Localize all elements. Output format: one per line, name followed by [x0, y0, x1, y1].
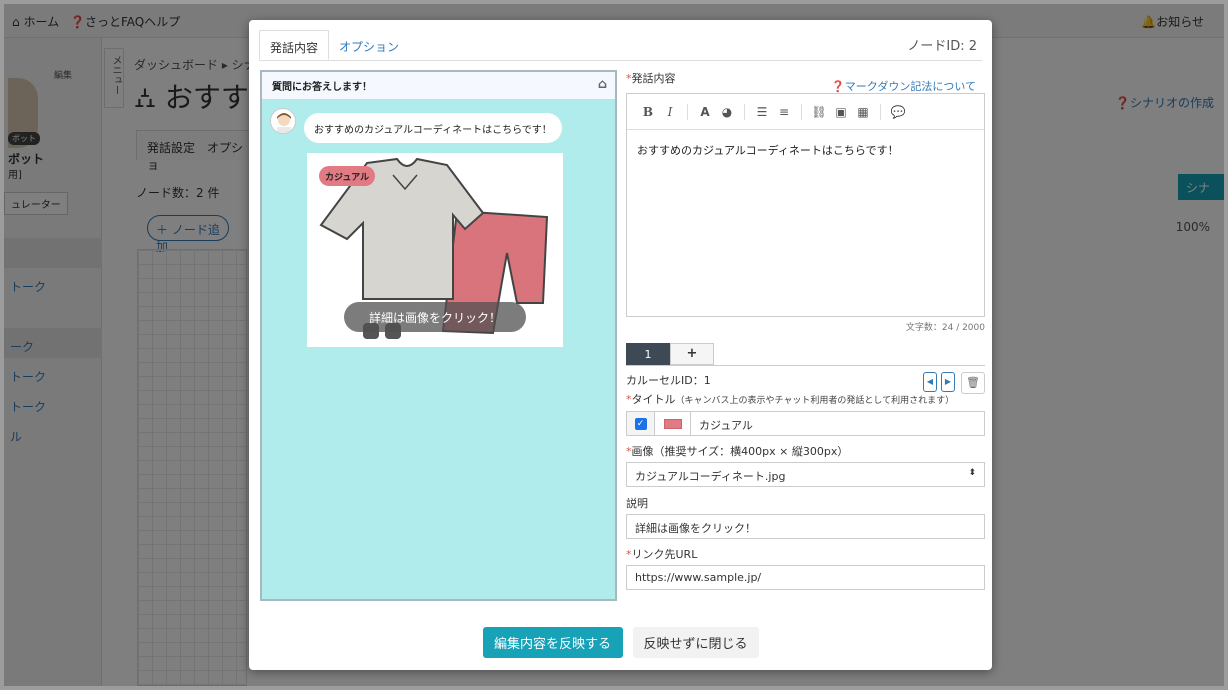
check-icon: ✓ — [634, 417, 647, 430]
editor-content[interactable]: おすすめのカジュアルコーディネートはこちらです！ — [627, 130, 984, 170]
toolbar-divider — [687, 103, 688, 120]
window-frame: ⌂ ホーム ❓さっとFAQヘルプ 🔔お知らせ 編集 ボット ボット 用] ュレー… — [0, 0, 1228, 690]
font-color-icon[interactable]: A — [694, 105, 716, 119]
markdown-help-link[interactable]: ❓マークダウン記法について — [831, 78, 976, 94]
speech-editor[interactable]: B I A ◕ ☰ ≡ ⛓ ▣ ▦ 💬 おすすめのカジュアルコーディネートはこち… — [626, 93, 985, 317]
image-select[interactable]: カジュアルコーディネート.jpg ⬍ — [626, 462, 985, 487]
char-count: 文字数：24 / 2000 — [905, 323, 985, 333]
title-input-group: ✓ カジュアル — [626, 411, 985, 436]
desc-label: 説明 — [626, 497, 648, 510]
desc-input[interactable]: 詳細は画像をクリック！ — [626, 514, 985, 539]
url-input[interactable]: https://www.sample.jp/ — [626, 565, 985, 590]
home-icon[interactable]: ⌂ — [598, 77, 607, 92]
carousel-add-tab[interactable]: + — [670, 343, 714, 365]
move-right-icon[interactable]: ▶ — [941, 372, 955, 392]
carousel-card-image[interactable]: カジュアル 詳細は画像をクリック！ — [307, 153, 563, 347]
toolbar-divider — [880, 103, 881, 120]
bullet-list-icon[interactable]: ☰ — [751, 105, 773, 119]
link-icon[interactable]: ⛓ — [808, 105, 830, 119]
operator-avatar — [270, 108, 296, 134]
carousel-move: ◀ ▶ — [923, 372, 955, 392]
numbered-list-icon[interactable]: ≡ — [773, 105, 795, 119]
url-label: *リンク先URL — [626, 548, 698, 561]
close-button[interactable]: 反映せずに閉じる — [632, 627, 759, 658]
apply-button[interactable]: 編集内容を反映する — [482, 627, 623, 658]
speech-form: *発話内容 ❓マークダウン記法について B I A ◕ ☰ ≡ ⛓ ▣ ▦ 💬 … — [626, 70, 985, 590]
preview-header-title: 質問にお答えします！ — [272, 82, 372, 93]
card-caption: 詳細は画像をクリック！ — [344, 302, 526, 332]
title-color-picker[interactable] — [655, 412, 691, 435]
title-label: *タイトル（キャンバス上の表示やチャット利用者の発話として利用されます） — [626, 393, 955, 406]
image-select-value: カジュアルコーディネート.jpg — [635, 470, 786, 483]
toolbar-divider — [744, 103, 745, 120]
chat-preview: 質問にお答えします！ ⌂ おすすめのカジュアルコーディネートはこちらです！ カジ… — [260, 70, 617, 601]
palette-icon[interactable]: ◕ — [716, 105, 738, 119]
carousel-id: カルーセルID：1 — [626, 374, 711, 387]
trash-icon[interactable]: 🗑 — [961, 372, 985, 394]
carousel-divider — [626, 365, 985, 366]
edit-node-modal: 発話内容 オプション ノードID: 2 質問にお答えします！ ⌂ おすすめのカジ… — [249, 20, 992, 670]
chat-bubble: おすすめのカジュアルコーディネートはこちらです！ — [304, 113, 562, 143]
card-badge: カジュアル — [319, 166, 376, 186]
tab-speech[interactable]: 発話内容 — [259, 30, 330, 60]
comment-icon[interactable]: 💬 — [887, 105, 909, 119]
carousel-tabs: 1 + — [626, 343, 714, 365]
tab-options[interactable]: オプション — [329, 30, 409, 60]
image-icon[interactable]: ▣ — [830, 105, 852, 119]
image-label: *画像（推奨サイズ：横400px × 縦300px） — [626, 445, 849, 458]
modal-tabs: 発話内容 オプション — [259, 30, 409, 60]
modal-footer: 編集内容を反映する 反映せずに閉じる — [249, 627, 992, 658]
tab-divider — [259, 60, 982, 61]
preview-header: 質問にお答えします！ ⌂ — [262, 72, 615, 100]
carousel-tab-1[interactable]: 1 — [626, 343, 670, 365]
color-swatch — [663, 418, 682, 429]
title-checkbox[interactable]: ✓ — [627, 412, 655, 435]
italic-icon[interactable]: I — [659, 105, 681, 119]
title-input[interactable]: カジュアル — [691, 412, 761, 435]
move-left-icon[interactable]: ◀ — [923, 372, 937, 392]
table-icon[interactable]: ▦ — [852, 105, 874, 119]
select-arrows-icon: ⬍ — [968, 468, 976, 478]
bold-icon[interactable]: B — [637, 105, 659, 119]
editor-toolbar: B I A ◕ ☰ ≡ ⛓ ▣ ▦ 💬 — [627, 94, 984, 130]
toolbar-divider — [801, 103, 802, 120]
node-id: ノードID: 2 — [907, 39, 977, 54]
